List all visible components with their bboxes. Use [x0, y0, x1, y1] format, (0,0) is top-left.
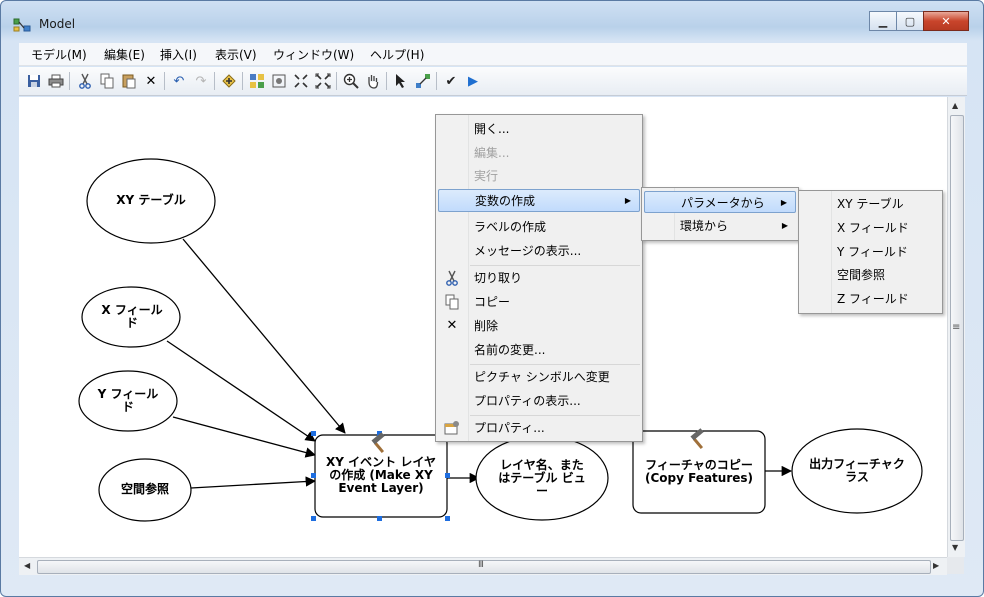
connect-icon[interactable] [414, 72, 432, 90]
horizontal-grip-icon: III [478, 560, 484, 570]
menu-edit-item[interactable]: 編集... [438, 142, 640, 164]
submenu-arrow-icon: ▶ [624, 196, 631, 205]
menu-properties[interactable]: プロパティ... [438, 417, 640, 439]
scroll-corner [947, 557, 964, 574]
node-label-x-field: X フィール ド [101, 303, 163, 330]
copy-icon[interactable] [98, 72, 116, 90]
window-controls: ▁ ▢ ✕ [869, 11, 969, 31]
menu-delete[interactable]: ✕ 削除 [438, 315, 640, 337]
menu-window[interactable]: ウィンドウ(W) [273, 46, 354, 63]
cut-icon[interactable] [76, 72, 94, 90]
zoom-in-fixed-icon[interactable] [292, 72, 310, 90]
close-icon: ✕ [941, 14, 951, 28]
scroll-up-arrow-icon[interactable]: ▲ [952, 101, 958, 110]
select-icon[interactable] [392, 72, 410, 90]
node-label-make-xy: XY イベント レイヤ の作成 (Make XY Event Layer) [326, 455, 436, 495]
submenu-arrow-icon: ▶ [780, 198, 787, 207]
menu-param-xy-table[interactable]: XY テーブル [801, 193, 940, 215]
vertical-scrollbar[interactable]: ▲ ≡ ▼ [947, 97, 965, 557]
menu-show-messages[interactable]: メッセージの表示... [438, 240, 640, 262]
pan-icon[interactable] [364, 72, 382, 90]
vertical-scroll-thumb[interactable]: ≡ [950, 115, 964, 541]
redo-icon[interactable]: ↷ [192, 72, 210, 90]
add-data-icon[interactable] [220, 72, 238, 90]
zoom-in-icon[interactable] [342, 72, 360, 90]
menu-param-spatial-ref[interactable]: 空間参照 [801, 264, 940, 286]
print-icon[interactable] [47, 72, 65, 90]
zoom-out-fixed-icon[interactable] [314, 72, 332, 90]
menu-create-variable[interactable]: 変数の作成 ▶ [438, 189, 640, 212]
minimize-button[interactable]: ▁ [869, 11, 897, 31]
connector-x-field [166, 340, 316, 442]
node-label-y-field: Y フィール ド [97, 387, 159, 414]
parameter-submenu: XY テーブル X フィールド Y フィールド 空間参照 Z フィールド [798, 190, 943, 314]
menu-change-to-picture[interactable]: ピクチャ シンボルへ変更 [438, 366, 640, 388]
menu-create-label[interactable]: ラベルの作成 [438, 216, 640, 238]
save-icon[interactable] [25, 72, 43, 90]
close-button[interactable]: ✕ [923, 11, 969, 31]
undo-icon[interactable]: ↶ [170, 72, 188, 90]
node-label-spatial-ref: 空間参照 [120, 482, 169, 496]
full-extent-icon[interactable] [270, 72, 288, 90]
menu-from-parameter[interactable]: パラメータから ▶ [644, 191, 796, 213]
auto-layout-icon[interactable] [248, 72, 266, 90]
horizontal-scrollbar[interactable]: ◀ III ▶ [19, 557, 947, 575]
node-label-xy-table: XY テーブル [116, 193, 186, 207]
delete-icon[interactable]: ✕ [142, 72, 160, 90]
maximize-icon: ▢ [904, 14, 916, 28]
delete-icon: ✕ [446, 318, 458, 333]
window-title: Model [39, 17, 76, 31]
menu-param-x-field[interactable]: X フィールド [801, 217, 940, 239]
scroll-right-arrow-icon[interactable]: ▶ [933, 561, 939, 570]
node-label-output-fc: 出力フィーチャク ラス [809, 457, 905, 484]
scroll-left-arrow-icon[interactable]: ◀ [24, 561, 30, 570]
menu-view[interactable]: 表示(V) [215, 46, 257, 63]
connector-spatial-ref [190, 476, 317, 489]
menu-model[interactable]: モデル(M) [31, 46, 87, 63]
properties-icon [444, 420, 460, 436]
model-app-icon [13, 18, 31, 32]
menu-param-z-field[interactable]: Z フィールド [801, 288, 940, 310]
connector-y-field [172, 416, 317, 458]
menu-copy[interactable]: コピー [438, 291, 640, 313]
maximize-button[interactable]: ▢ [896, 11, 924, 31]
toolbar: ✕ ↶ ↷ ✔ ▶ [19, 67, 967, 96]
menu-run[interactable]: 実行 [438, 165, 640, 187]
cut-icon [444, 270, 460, 286]
title-bar[interactable]: Model ▁ ▢ ✕ [1, 1, 983, 37]
menu-bar: モデル(M) 編集(E) 挿入(I) 表示(V) ウィンドウ(W) ヘルプ(H) [19, 43, 967, 66]
menu-help[interactable]: ヘルプ(H) [370, 46, 424, 63]
menu-rename[interactable]: 名前の変更... [438, 339, 640, 361]
scroll-down-arrow-icon[interactable]: ▼ [952, 543, 958, 552]
minimize-icon: ▁ [878, 14, 888, 28]
copy-icon [444, 294, 460, 310]
node-label-copy-features: フィーチャのコピー (Copy Features) [644, 458, 754, 485]
connector-xy-table [182, 238, 346, 434]
create-variable-submenu: パラメータから ▶ 環境から ▶ [641, 187, 799, 241]
menu-cut[interactable]: 切り取り [438, 267, 640, 289]
context-menu: 開く... 編集... 実行 変数の作成 ▶ ラベルの作成 メッセージの表示...… [435, 114, 643, 442]
menu-insert[interactable]: 挿入(I) [160, 46, 197, 63]
run-icon[interactable]: ▶ [464, 72, 482, 90]
vertical-grip-icon: ≡ [952, 322, 960, 333]
submenu-arrow-icon: ▶ [781, 221, 788, 230]
model-window: Model ▁ ▢ ✕ モデル(M) 編集(E) 挿入(I) 表示(V) ウィン… [0, 0, 984, 597]
menu-param-y-field[interactable]: Y フィールド [801, 241, 940, 263]
validate-icon[interactable]: ✔ [442, 72, 460, 90]
node-label-layer-name: レイヤ名、また はテーブル ビュ ー [498, 458, 586, 498]
paste-icon[interactable] [120, 72, 138, 90]
menu-show-properties[interactable]: プロパティの表示... [438, 390, 640, 412]
menu-edit[interactable]: 編集(E) [104, 46, 145, 63]
horizontal-scroll-thumb[interactable]: III [37, 560, 931, 574]
menu-open[interactable]: 開く... [438, 118, 640, 140]
menu-from-environment[interactable]: 環境から ▶ [644, 215, 796, 237]
